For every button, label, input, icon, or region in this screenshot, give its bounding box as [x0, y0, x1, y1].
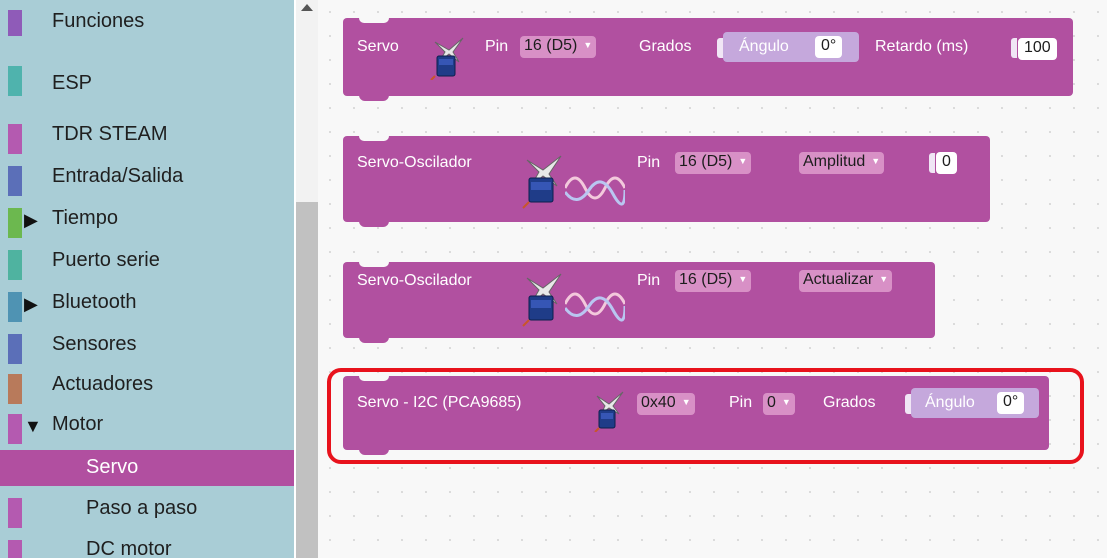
- category-label: Paso a paso: [86, 497, 198, 519]
- amplitud-input[interactable]: 0: [936, 152, 957, 174]
- toolbox-sidebar: Funciones ESP TDR STEAM Entrada/Salida ▶…: [0, 0, 294, 558]
- category-actuadores[interactable]: Actuadores: [0, 368, 294, 408]
- category-color-swatch: [8, 250, 22, 280]
- category-entrada-salida[interactable]: Entrada/Salida: [0, 160, 294, 200]
- pin-label: Pin: [485, 38, 509, 55]
- scroll-thumb[interactable]: [296, 202, 318, 558]
- block-title: Servo: [357, 38, 399, 55]
- servo-icon: [430, 37, 464, 80]
- category-bluetooth[interactable]: ▶ Bluetooth: [0, 286, 294, 326]
- input-connector: [929, 153, 935, 173]
- category-esp[interactable]: ESP: [0, 60, 294, 100]
- servo-icon: [522, 273, 562, 327]
- chevron-down-icon: ▼: [738, 156, 748, 166]
- category-color-swatch: [8, 10, 22, 36]
- angulo-label: Ángulo: [739, 38, 789, 55]
- category-label: DC motor: [86, 538, 172, 558]
- category-puerto-serie[interactable]: Puerto serie: [0, 244, 294, 284]
- category-label: Motor: [52, 413, 104, 435]
- pin-label: Pin: [637, 154, 661, 171]
- mode-dropdown-value: Actualizar: [803, 271, 874, 288]
- category-label: Actuadores: [52, 373, 154, 395]
- grados-label: Grados: [639, 38, 692, 55]
- category-color-swatch: [8, 292, 22, 322]
- category-color-swatch: [8, 540, 22, 558]
- wave-icon: [565, 176, 625, 206]
- servo-oscilador-actualizar-block[interactable]: Servo-Oscilador Pin 16 (D5) ▼ Actualizar ▼: [343, 262, 935, 343]
- block-bottom-tab: [359, 95, 389, 101]
- expand-arrow-icon[interactable]: ▶: [24, 294, 38, 315]
- collapse-arrow-icon[interactable]: ▼: [24, 416, 42, 437]
- block-title: Servo-Oscilador: [357, 154, 472, 171]
- category-label: Puerto serie: [52, 249, 160, 271]
- category-color-swatch: [8, 166, 22, 196]
- block-title: Servo-Oscilador: [357, 272, 472, 289]
- angulo-block[interactable]: Ángulo 0°: [723, 32, 859, 62]
- category-tdr-steam[interactable]: TDR STEAM: [0, 118, 294, 158]
- category-paso-a-paso[interactable]: Paso a paso: [0, 492, 294, 532]
- pin-label: Pin: [637, 272, 661, 289]
- expand-arrow-icon[interactable]: ▶: [24, 210, 38, 231]
- category-color-swatch: [8, 124, 22, 154]
- chevron-down-icon: ▼: [583, 40, 593, 50]
- category-label: Bluetooth: [52, 291, 137, 313]
- scroll-up-arrow-icon[interactable]: [301, 4, 313, 11]
- category-label: Tiempo: [52, 207, 118, 229]
- wave-icon: [565, 292, 625, 322]
- category-label: TDR STEAM: [52, 123, 168, 145]
- pin-dropdown[interactable]: 16 (D5) ▼: [675, 152, 752, 174]
- mode-dropdown[interactable]: Actualizar ▼: [799, 270, 893, 292]
- block-bottom-tab: [359, 337, 389, 343]
- pin-dropdown-value: 16 (D5): [679, 153, 733, 170]
- pin-dropdown[interactable]: 16 (D5) ▼: [675, 270, 752, 292]
- category-sensores[interactable]: Sensores: [0, 328, 294, 368]
- category-label: Servo: [86, 456, 139, 478]
- block-notch: [359, 262, 389, 267]
- category-color-swatch: [8, 334, 22, 364]
- angulo-input[interactable]: 0°: [815, 36, 843, 58]
- block-notch: [359, 18, 389, 23]
- chevron-down-icon: ▼: [879, 274, 889, 284]
- block-bottom-tab: [359, 221, 389, 227]
- category-motor[interactable]: ▼ Motor: [0, 408, 294, 448]
- chevron-down-icon: ▼: [738, 274, 748, 284]
- category-funciones[interactable]: Funciones: [0, 10, 294, 50]
- servo-oscilador-amplitud-block[interactable]: Servo-Oscilador Pin 16 (D5) ▼ Amplitud ▼ 0: [343, 136, 990, 227]
- highlight-box: [327, 368, 1084, 464]
- category-color-swatch: [8, 414, 22, 444]
- chevron-down-icon: ▼: [871, 156, 881, 166]
- pin-dropdown-value: 16 (D5): [679, 271, 733, 288]
- servo-icon: [522, 155, 562, 209]
- category-label: Funciones: [52, 10, 145, 32]
- input-connector: [1011, 38, 1017, 58]
- pin-dropdown[interactable]: 16 (D5) ▼: [520, 36, 597, 58]
- mode-dropdown[interactable]: Amplitud ▼: [799, 152, 885, 174]
- block-notch: [359, 136, 389, 141]
- servo-block[interactable]: Servo Pin 16 (D5) ▼ Grados Ángulo 0° Reta…: [343, 18, 1073, 101]
- toolbox-scrollbar[interactable]: [296, 0, 318, 558]
- category-label: ESP: [52, 72, 93, 94]
- retardo-label: Retardo (ms): [875, 38, 969, 55]
- category-tiempo[interactable]: ▶ Tiempo: [0, 202, 294, 242]
- category-label: Sensores: [52, 333, 137, 355]
- category-servo[interactable]: Servo: [0, 450, 294, 486]
- category-color-swatch: [8, 498, 22, 528]
- category-color-swatch: [8, 374, 22, 404]
- pin-dropdown-value: 16 (D5): [524, 37, 578, 54]
- mode-dropdown-value: Amplitud: [803, 153, 866, 170]
- category-label: Entrada/Salida: [52, 165, 184, 187]
- category-color-swatch: [8, 208, 22, 238]
- category-dc-motor[interactable]: DC motor: [0, 534, 294, 558]
- category-color-swatch: [8, 66, 22, 96]
- retardo-input[interactable]: 100: [1018, 38, 1057, 60]
